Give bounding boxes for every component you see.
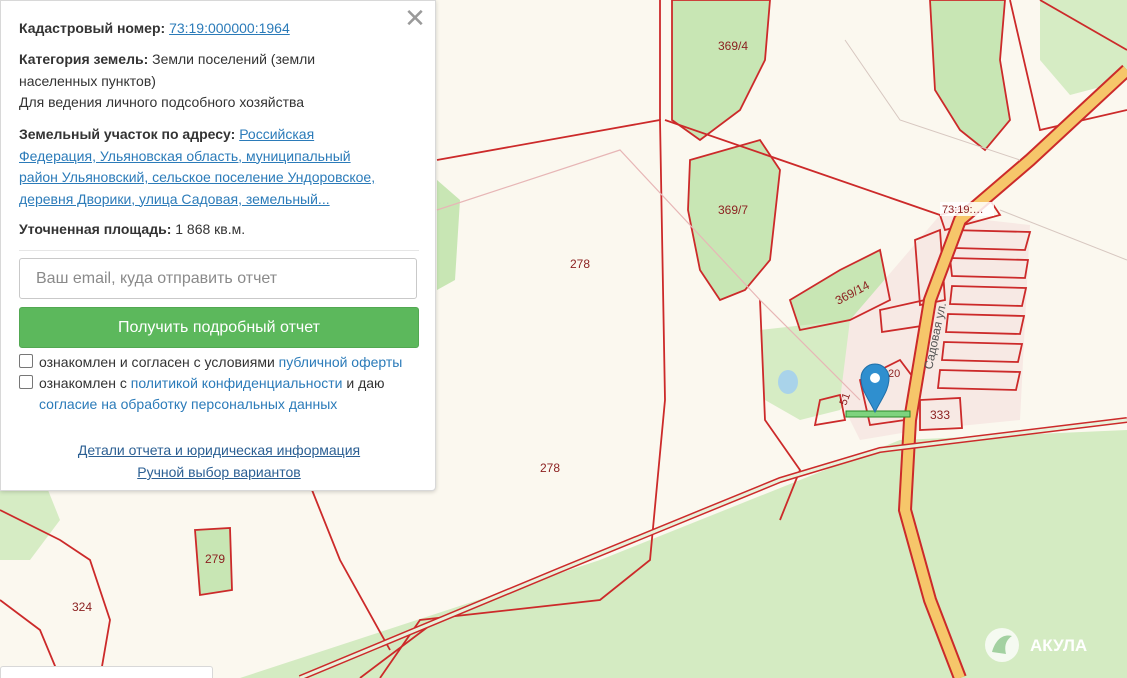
- public-offer-link[interactable]: публичной оферты: [279, 354, 403, 370]
- address-link-3[interactable]: район Ульяновский, сельское поселение Ун…: [19, 169, 375, 185]
- category-value-2: населенных пунктов): [19, 72, 156, 89]
- personal-data-consent-link[interactable]: согласие на обработку персональных данны…: [39, 396, 337, 412]
- label-324: 324: [72, 600, 92, 614]
- offer-checkbox[interactable]: [19, 354, 33, 368]
- label-279: 279: [205, 552, 225, 566]
- report-details-link[interactable]: Детали отчета и юридическая информация: [1, 442, 437, 458]
- privacy-checkbox[interactable]: [19, 375, 33, 389]
- category-label: Категория земель:: [19, 51, 149, 67]
- area-label: Уточненная площадь:: [19, 221, 172, 237]
- cadastral-number-link[interactable]: 73:19:000000:1964: [169, 20, 290, 36]
- area-value: 1 868 кв.м.: [175, 221, 246, 237]
- bottom-panel-edge: [0, 666, 213, 678]
- category-row: Категория земель: Земли поселений (земли…: [19, 49, 409, 114]
- address-link-2[interactable]: Федерация, Ульяновская область, муниципа…: [19, 148, 351, 164]
- offer-consent-text: ознакомлен и согласен с условиями: [39, 354, 275, 370]
- get-report-button[interactable]: Получить подробный отчет: [19, 307, 419, 348]
- cadastral-row: Кадастровый номер: 73:19:000000:1964: [19, 18, 409, 40]
- label-278-top: 278: [570, 257, 590, 271]
- area-row: Уточненная площадь: 1 868 кв.м.: [19, 219, 409, 241]
- privacy-policy-link[interactable]: политикой конфиденциальности: [131, 375, 343, 391]
- cadastral-label: Кадастровый номер:: [19, 20, 166, 36]
- label-369-4: 369/4: [718, 39, 748, 53]
- offer-consent-row: ознакомлен и согласен с условиями публич…: [19, 352, 402, 373]
- privacy-text-b: и даю: [346, 375, 385, 391]
- privacy-text-a: ознакомлен с: [39, 375, 127, 391]
- akula-logo-icon: [985, 628, 1019, 662]
- road-code-label: 73:19:…: [942, 204, 984, 216]
- parcel-info-panel: ✕ Кадастровый номер: 73:19:000000:1964 К…: [0, 0, 436, 491]
- manual-selection-link[interactable]: Ручной выбор вариантов: [1, 464, 437, 480]
- address-link-1[interactable]: Российская: [239, 126, 314, 142]
- label-278-bottom: 278: [540, 461, 560, 475]
- selected-parcel[interactable]: [845, 410, 911, 418]
- label-369-7: 369/7: [718, 203, 748, 217]
- divider: [19, 250, 419, 251]
- label-333: 333: [930, 408, 950, 422]
- akula-logo-text: АКУЛА: [1030, 636, 1087, 655]
- address-row: Земельный участок по адресу: Российская …: [19, 124, 409, 210]
- category-value-3: Для ведения личного подсобного хозяйства: [19, 94, 305, 110]
- address-link-4[interactable]: деревня Дворики, улица Садовая, земельны…: [19, 191, 330, 207]
- email-input[interactable]: [19, 258, 417, 299]
- privacy-consent-row: ознакомлен с политикой конфиденциальност…: [19, 373, 419, 415]
- address-label: Земельный участок по адресу:: [19, 126, 236, 142]
- category-value-1: Земли поселений (земли: [152, 51, 316, 67]
- pond: [778, 370, 798, 394]
- label-20: 20: [888, 368, 900, 380]
